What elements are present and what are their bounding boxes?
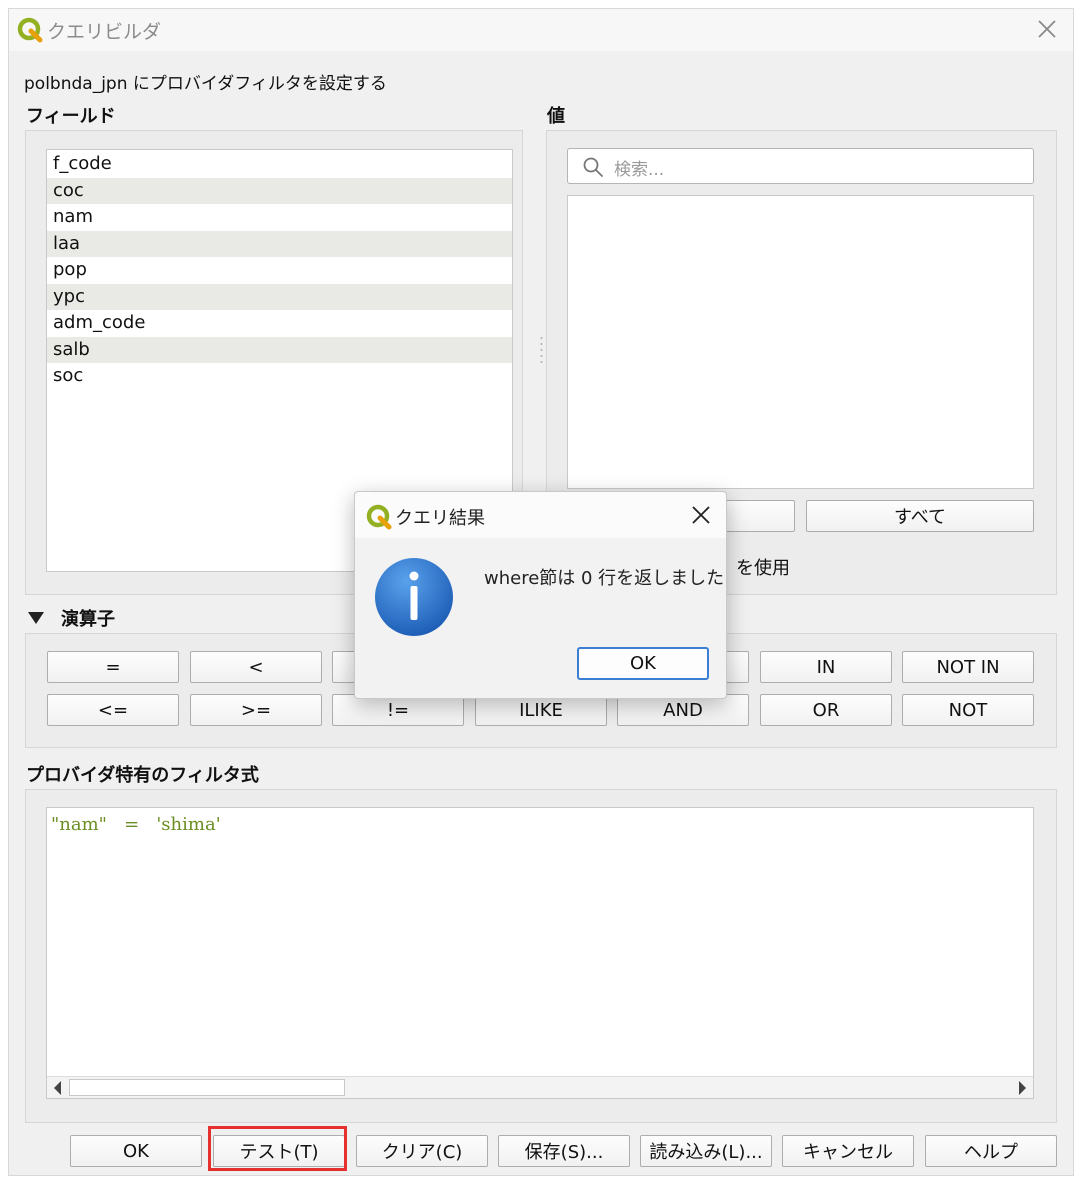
- title-bar: クエリビルダ: [9, 9, 1073, 51]
- values-list[interactable]: [567, 195, 1034, 489]
- splitter-handle[interactable]: [540, 335, 543, 365]
- qgis-logo-icon: [17, 17, 43, 43]
- operator-label: !=: [386, 699, 410, 721]
- field-item[interactable]: soc: [47, 363, 512, 390]
- scroll-right-arrow-icon[interactable]: [1019, 1081, 1026, 1095]
- ok-button-label: OK: [123, 1140, 149, 1162]
- field-item[interactable]: salb: [47, 336, 512, 363]
- cancel-button-label: キャンセル: [803, 1142, 893, 1163]
- message-text: where節は 0 行を返しました: [484, 568, 725, 589]
- message-ok-button[interactable]: OK: [577, 647, 709, 680]
- info-icon: [375, 558, 453, 636]
- operator-label: NOT IN: [936, 656, 1000, 678]
- operator-button[interactable]: NOT IN: [902, 651, 1034, 683]
- operator-label: NOT: [948, 699, 988, 721]
- field-item[interactable]: laa: [47, 230, 512, 257]
- help-button-label: ヘルプ: [964, 1142, 1018, 1163]
- operator-button[interactable]: >=: [190, 694, 322, 726]
- load-button[interactable]: 読み込み(L)...: [640, 1135, 772, 1167]
- scroll-thumb[interactable]: [69, 1079, 345, 1096]
- expression-text[interactable]: "nam" = 'shima': [51, 814, 221, 835]
- window-title: クエリビルダ: [47, 21, 162, 43]
- test-button[interactable]: テスト(T): [213, 1135, 345, 1167]
- message-title-bar: クエリ結果: [355, 492, 726, 538]
- values-search-input[interactable]: 検索...: [567, 148, 1034, 184]
- close-icon[interactable]: [1035, 17, 1059, 41]
- test-button-label: テスト(T): [239, 1142, 319, 1163]
- operator-label: <: [248, 656, 264, 678]
- collapse-triangle-icon[interactable]: [27, 611, 45, 625]
- field-item[interactable]: ypc: [47, 283, 512, 310]
- help-button[interactable]: ヘルプ: [925, 1135, 1057, 1167]
- expression-label: プロバイダ特有のフィルタ式: [26, 765, 259, 786]
- field-item[interactable]: f_code: [47, 151, 512, 178]
- fields-list-items: f_code coc nam laa pop ypc adm_code salb soc: [47, 150, 512, 390]
- search-placeholder: 検索...: [614, 160, 665, 180]
- field-item[interactable]: coc: [47, 177, 512, 204]
- operator-label: >=: [240, 699, 272, 721]
- operator-label: <=: [97, 699, 129, 721]
- values-all-button[interactable]: すべて: [806, 500, 1034, 532]
- qgis-logo-icon: [366, 504, 392, 530]
- message-ok-label: OK: [630, 653, 656, 674]
- operator-label: AND: [663, 699, 703, 721]
- operator-label: IN: [816, 656, 836, 678]
- operators-label: 演算子: [61, 609, 115, 630]
- operator-label: =: [105, 656, 121, 678]
- operator-label: ILIKE: [519, 699, 563, 721]
- close-icon[interactable]: [690, 504, 712, 526]
- message-title: クエリ結果: [395, 508, 485, 529]
- horizontal-scrollbar[interactable]: [47, 1076, 1033, 1098]
- use-layer-text: を使用: [736, 558, 790, 579]
- ok-button[interactable]: OK: [70, 1135, 202, 1167]
- expression-editor[interactable]: "nam" = 'shima': [46, 807, 1034, 1099]
- cancel-button[interactable]: キャンセル: [782, 1135, 914, 1167]
- field-item[interactable]: adm_code: [47, 310, 512, 337]
- query-result-dialog: クエリ結果 where節は 0 行を返しました OK: [354, 491, 727, 699]
- clear-button[interactable]: クリア(C): [356, 1135, 488, 1167]
- load-button-label: 読み込み(L)...: [649, 1142, 763, 1163]
- clear-button-label: クリア(C): [381, 1142, 463, 1163]
- operator-button[interactable]: <: [190, 651, 322, 683]
- operator-button[interactable]: NOT: [902, 694, 1034, 726]
- dialog-subtitle: polbnda_jpn にプロバイダフィルタを設定する: [24, 74, 387, 94]
- search-icon: [583, 157, 603, 177]
- operator-button[interactable]: <=: [47, 694, 179, 726]
- field-item[interactable]: nam: [47, 204, 512, 231]
- operator-button[interactable]: =: [47, 651, 179, 683]
- operator-label: OR: [812, 699, 840, 721]
- values-all-label: すべて: [893, 507, 947, 528]
- operator-button[interactable]: IN: [760, 651, 892, 683]
- save-button-label: 保存(S)...: [524, 1142, 604, 1163]
- fields-label: フィールド: [26, 106, 116, 127]
- scroll-left-arrow-icon[interactable]: [54, 1081, 61, 1095]
- field-item[interactable]: pop: [47, 257, 512, 284]
- save-button[interactable]: 保存(S)...: [498, 1135, 630, 1167]
- operator-button[interactable]: OR: [760, 694, 892, 726]
- values-label: 値: [547, 106, 565, 127]
